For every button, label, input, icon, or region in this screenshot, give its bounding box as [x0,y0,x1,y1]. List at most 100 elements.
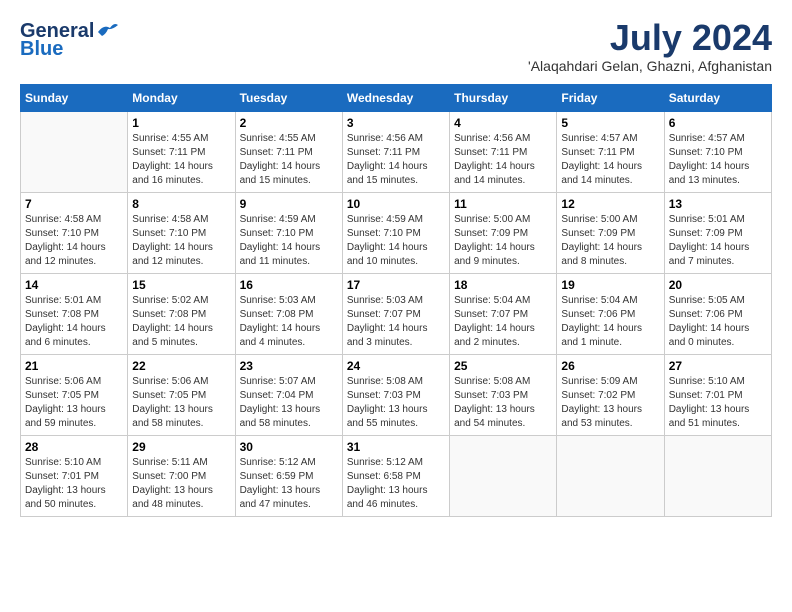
day-number: 28 [25,440,123,454]
day-info: Sunrise: 5:05 AMSunset: 7:06 PMDaylight:… [669,294,767,350]
calendar-cell: 17Sunrise: 5:03 AMSunset: 7:07 PMDayligh… [342,274,449,355]
day-number: 24 [347,359,445,373]
calendar-cell: 12 Sunrise: 5:00 AMSunset: 7:09 PMDayligh… [557,193,664,274]
day-info: Sunrise: 4:57 AMSunset: 7:10 PMDaylight:… [669,132,767,188]
day-number: 2 [240,116,338,130]
day-info: Sunrise: 5:12 AMSunset: 6:59 PMDaylight:… [240,456,338,512]
calendar-cell: 14Sunrise: 5:01 AMSunset: 7:08 PMDayligh… [21,274,128,355]
day-number: 20 [669,278,767,292]
day-info: Sunrise: 5:04 AMSunset: 7:06 PMDaylight:… [561,294,659,350]
calendar-cell: 21 Sunrise: 5:06 AMSunset: 7:05 PMDayligh… [21,355,128,436]
day-info: Sunrise: 5:08 AMSunset: 7:03 PMDaylight:… [347,375,445,431]
calendar-cell: 11 Sunrise: 5:00 AMSunset: 7:09 PMDayligh… [450,193,557,274]
calendar-cell: 5 Sunrise: 4:57 AMSunset: 7:11 PMDaylight… [557,112,664,193]
location-subtitle: 'Alaqahdari Gelan, Ghazni, Afghanistan [528,58,772,74]
day-number: 21 [25,359,123,373]
calendar-cell [450,436,557,517]
calendar-cell: 22 Sunrise: 5:06 AMSunset: 7:05 PMDayligh… [128,355,235,436]
calendar-cell: 6 Sunrise: 4:57 AMSunset: 7:10 PMDaylight… [664,112,771,193]
calendar-week-row: 7Sunrise: 4:58 AMSunset: 7:10 PMDaylight… [21,193,772,274]
day-info: Sunrise: 5:11 AMSunset: 7:00 PMDaylight:… [132,456,230,512]
day-info: Sunrise: 5:04 AMSunset: 7:07 PMDaylight:… [454,294,552,350]
day-number: 8 [132,197,230,211]
calendar-cell: 24 Sunrise: 5:08 AMSunset: 7:03 PMDayligh… [342,355,449,436]
day-info: Sunrise: 5:00 AMSunset: 7:09 PMDaylight:… [454,213,552,269]
day-number: 11 [454,197,552,211]
calendar-cell: 28 Sunrise: 5:10 AMSunset: 7:01 PMDayligh… [21,436,128,517]
day-number: 12 [561,197,659,211]
calendar-week-row: 1 Sunrise: 4:55 AMSunset: 7:11 PMDaylight… [21,112,772,193]
day-info: Sunrise: 4:55 AMSunset: 7:11 PMDaylight:… [240,132,338,188]
day-info: Sunrise: 5:06 AMSunset: 7:05 PMDaylight:… [25,375,123,431]
day-number: 19 [561,278,659,292]
day-number: 15 [132,278,230,292]
day-info: Sunrise: 4:58 AMSunset: 7:10 PMDaylight:… [132,213,230,269]
day-number: 30 [240,440,338,454]
calendar-header-row: SundayMondayTuesdayWednesdayThursdayFrid… [21,85,772,112]
day-info: Sunrise: 5:10 AMSunset: 7:01 PMDaylight:… [669,375,767,431]
day-info: Sunrise: 5:12 AMSunset: 6:58 PMDaylight:… [347,456,445,512]
day-number: 27 [669,359,767,373]
calendar-cell: 27 Sunrise: 5:10 AMSunset: 7:01 PMDayligh… [664,355,771,436]
column-header-tuesday: Tuesday [235,85,342,112]
day-number: 1 [132,116,230,130]
logo: General Blue [20,20,118,60]
column-header-thursday: Thursday [450,85,557,112]
calendar-cell: 18Sunrise: 5:04 AMSunset: 7:07 PMDayligh… [450,274,557,355]
day-number: 3 [347,116,445,130]
calendar-cell: 19 Sunrise: 5:04 AMSunset: 7:06 PMDayligh… [557,274,664,355]
day-info: Sunrise: 5:03 AMSunset: 7:08 PMDaylight:… [240,294,338,350]
day-number: 4 [454,116,552,130]
day-number: 25 [454,359,552,373]
column-header-friday: Friday [557,85,664,112]
day-number: 29 [132,440,230,454]
day-number: 6 [669,116,767,130]
calendar-week-row: 28 Sunrise: 5:10 AMSunset: 7:01 PMDayligh… [21,436,772,517]
calendar-cell: 29 Sunrise: 5:11 AMSunset: 7:00 PMDayligh… [128,436,235,517]
day-number: 16 [240,278,338,292]
day-info: Sunrise: 5:01 AMSunset: 7:09 PMDaylight:… [669,213,767,269]
title-block: July 2024 'Alaqahdari Gelan, Ghazni, Afg… [528,20,772,74]
day-info: Sunrise: 5:08 AMSunset: 7:03 PMDaylight:… [454,375,552,431]
day-number: 26 [561,359,659,373]
calendar-week-row: 21 Sunrise: 5:06 AMSunset: 7:05 PMDayligh… [21,355,772,436]
calendar-cell [664,436,771,517]
day-info: Sunrise: 4:59 AMSunset: 7:10 PMDaylight:… [347,213,445,269]
calendar-cell: 9 Sunrise: 4:59 AMSunset: 7:10 PMDaylight… [235,193,342,274]
day-info: Sunrise: 4:57 AMSunset: 7:11 PMDaylight:… [561,132,659,188]
calendar-cell: 26 Sunrise: 5:09 AMSunset: 7:02 PMDayligh… [557,355,664,436]
day-info: Sunrise: 5:09 AMSunset: 7:02 PMDaylight:… [561,375,659,431]
month-year-title: July 2024 [528,20,772,56]
calendar-table: SundayMondayTuesdayWednesdayThursdayFrid… [20,84,772,517]
day-info: Sunrise: 4:58 AMSunset: 7:10 PMDaylight:… [25,213,123,269]
calendar-cell: 15 Sunrise: 5:02 AMSunset: 7:08 PMDayligh… [128,274,235,355]
day-number: 5 [561,116,659,130]
day-info: Sunrise: 4:55 AMSunset: 7:11 PMDaylight:… [132,132,230,188]
day-info: Sunrise: 4:56 AMSunset: 7:11 PMDaylight:… [454,132,552,188]
logo-blue: Blue [20,38,118,60]
day-number: 23 [240,359,338,373]
calendar-cell: 8 Sunrise: 4:58 AMSunset: 7:10 PMDaylight… [128,193,235,274]
page-header: General Blue July 2024 'Alaqahdari Gelan… [20,20,772,74]
day-info: Sunrise: 5:10 AMSunset: 7:01 PMDaylight:… [25,456,123,512]
column-header-monday: Monday [128,85,235,112]
day-info: Sunrise: 5:06 AMSunset: 7:05 PMDaylight:… [132,375,230,431]
calendar-cell: 20 Sunrise: 5:05 AMSunset: 7:06 PMDayligh… [664,274,771,355]
day-number: 13 [669,197,767,211]
calendar-cell: 31 Sunrise: 5:12 AMSunset: 6:58 PMDayligh… [342,436,449,517]
calendar-cell: 13 Sunrise: 5:01 AMSunset: 7:09 PMDayligh… [664,193,771,274]
calendar-cell [21,112,128,193]
column-header-saturday: Saturday [664,85,771,112]
day-number: 22 [132,359,230,373]
day-info: Sunrise: 4:59 AMSunset: 7:10 PMDaylight:… [240,213,338,269]
column-header-sunday: Sunday [21,85,128,112]
calendar-cell [557,436,664,517]
day-info: Sunrise: 5:07 AMSunset: 7:04 PMDaylight:… [240,375,338,431]
calendar-cell: 7Sunrise: 4:58 AMSunset: 7:10 PMDaylight… [21,193,128,274]
day-info: Sunrise: 5:02 AMSunset: 7:08 PMDaylight:… [132,294,230,350]
day-number: 9 [240,197,338,211]
day-info: Sunrise: 5:00 AMSunset: 7:09 PMDaylight:… [561,213,659,269]
calendar-cell: 25 Sunrise: 5:08 AMSunset: 7:03 PMDayligh… [450,355,557,436]
column-header-wednesday: Wednesday [342,85,449,112]
day-number: 31 [347,440,445,454]
